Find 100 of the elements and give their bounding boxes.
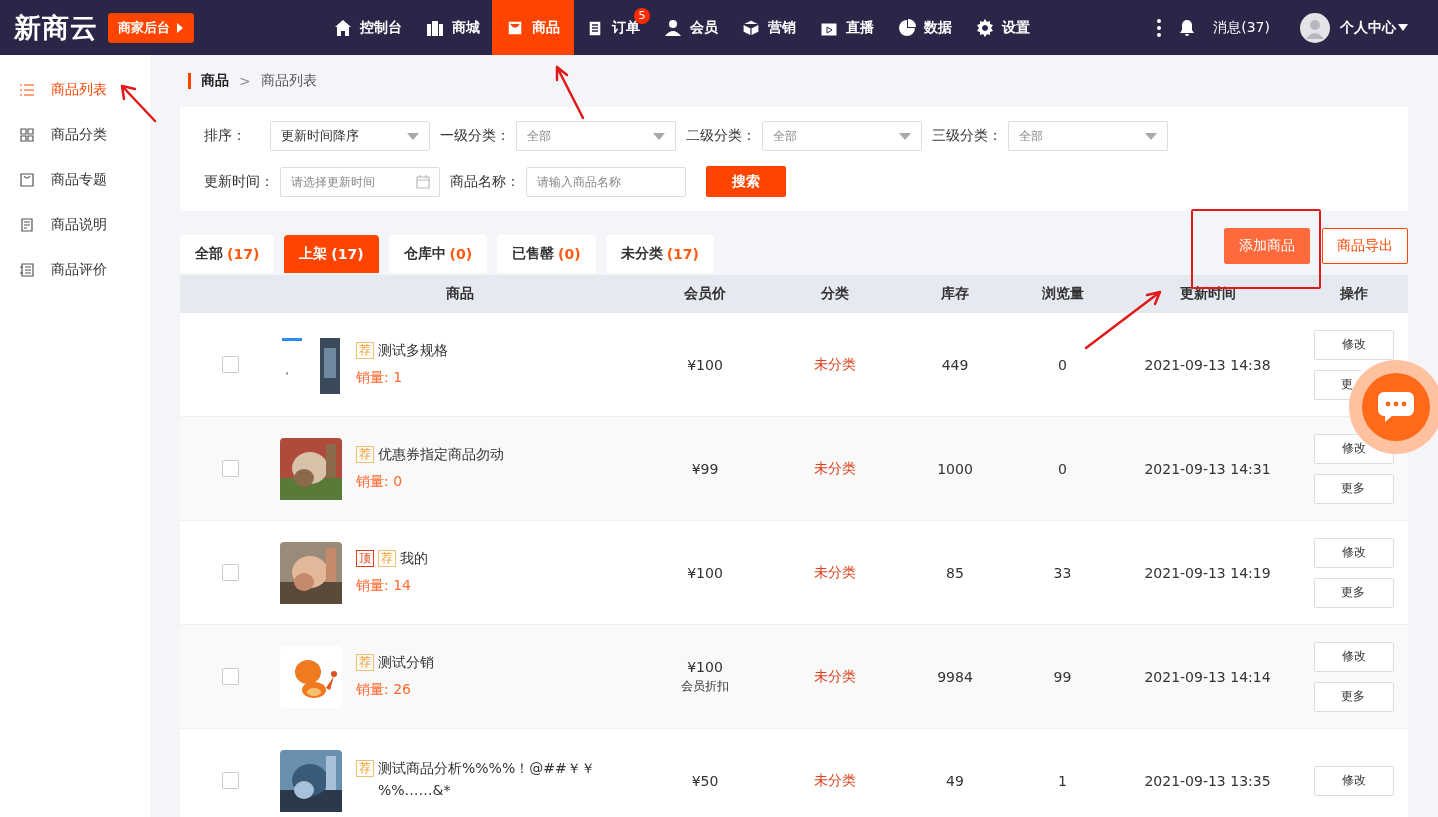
more-button[interactable]: 更 bbox=[1314, 369, 1362, 400]
status-tab[interactable]: 全部 (17) bbox=[180, 235, 275, 273]
bell-icon[interactable] bbox=[1179, 18, 1196, 37]
caret-icon bbox=[176, 22, 184, 33]
more-button[interactable]: 更多 bbox=[1314, 473, 1394, 504]
sidebar-item[interactable]: 商品说明 bbox=[0, 202, 150, 247]
product-tag: 荐 bbox=[356, 654, 374, 671]
row-checkbox[interactable] bbox=[221, 564, 239, 581]
edit-button[interactable]: 修改 bbox=[1314, 641, 1394, 672]
row-checkbox[interactable] bbox=[221, 772, 239, 789]
edit-button[interactable]: 修改 bbox=[1314, 537, 1394, 568]
status-tab[interactable]: 未分类 (17) bbox=[605, 235, 714, 273]
status-tab[interactable]: 已售罄 (0) bbox=[497, 235, 596, 273]
stock-count: 1000 bbox=[937, 460, 973, 477]
price-note: 会员折扣 bbox=[681, 677, 729, 695]
product-tag: 荐 bbox=[378, 550, 396, 567]
update-time: 2021-09-13 14:31 bbox=[1144, 460, 1271, 477]
messages-link[interactable]: 消息(37) bbox=[1213, 18, 1270, 37]
member-price: ¥99 bbox=[691, 460, 719, 477]
product-name: 优惠券指定商品勿动 bbox=[378, 445, 505, 464]
filter-label: 商品名称： bbox=[450, 172, 520, 191]
update-time: 2021-09-13 14:14 bbox=[1144, 668, 1271, 685]
sidebar-item[interactable]: 商品分类 bbox=[0, 112, 150, 157]
category-text: 未分类 bbox=[814, 563, 856, 580]
caret-icon bbox=[1398, 24, 1408, 31]
stock-count: 449 bbox=[941, 356, 969, 373]
member-price: ¥100 bbox=[687, 356, 723, 373]
nav-item[interactable]: 直播 bbox=[808, 0, 886, 55]
member-price: ¥50 bbox=[691, 772, 719, 789]
stock-count: 85 bbox=[946, 564, 964, 581]
dropdown-caret-icon bbox=[407, 132, 419, 140]
category-text: 未分类 bbox=[814, 459, 856, 476]
view-count: 0 bbox=[1058, 356, 1067, 373]
export-button[interactable]: 商品导出 bbox=[1322, 228, 1408, 264]
product-tag: 荐 bbox=[356, 342, 374, 359]
dropdown-caret-icon bbox=[653, 132, 665, 140]
select-field[interactable]: 全部 bbox=[1008, 121, 1168, 151]
product-name: 测试分销 bbox=[378, 653, 435, 672]
date-field[interactable]: 请选择更新时间 bbox=[280, 166, 440, 197]
nav-item[interactable]: 设置 bbox=[964, 0, 1042, 55]
avatar[interactable] bbox=[1300, 12, 1330, 43]
sidebar-item[interactable]: 商品评价 bbox=[0, 247, 150, 292]
member-price: ¥100 bbox=[687, 564, 723, 581]
update-time: 2021-09-13 14:38 bbox=[1144, 356, 1271, 373]
sidebar-item[interactable]: 商品专题 bbox=[0, 157, 150, 202]
menu-item-icon bbox=[20, 262, 34, 277]
logo: 新商云 bbox=[14, 10, 98, 45]
view-count: 33 bbox=[1053, 564, 1072, 581]
column-header: 商品 bbox=[445, 285, 475, 303]
column-header: 分类 bbox=[820, 285, 850, 303]
category-text: 未分类 bbox=[814, 667, 856, 684]
column-header: 浏览量 bbox=[1040, 285, 1085, 303]
stock-count: 49 bbox=[946, 772, 964, 789]
column-header: 操作 bbox=[1339, 285, 1369, 303]
filter-label: 更新时间： bbox=[204, 172, 274, 191]
sales-count: 销量: 1 bbox=[356, 369, 404, 387]
more-button[interactable]: 更多 bbox=[1314, 681, 1394, 712]
select-field[interactable]: 更新时间降序 bbox=[270, 121, 430, 151]
text-field[interactable]: 请输入商品名称 bbox=[526, 166, 686, 197]
filter-label: 三级分类： bbox=[932, 127, 1002, 145]
nav-item[interactable]: 营销 bbox=[730, 0, 808, 55]
product-tag: 荐 bbox=[356, 760, 374, 777]
breadcrumb-current: 商品列表 bbox=[260, 72, 317, 90]
member-price: ¥100 bbox=[687, 658, 723, 675]
status-tab[interactable]: 仓库中 (0) bbox=[388, 235, 488, 273]
menu-item-icon bbox=[20, 82, 34, 97]
column-header: 库存 bbox=[940, 285, 970, 303]
edit-button[interactable]: 修改 bbox=[1314, 329, 1394, 360]
nav-icon bbox=[976, 18, 994, 37]
user-menu[interactable]: 个人中心 bbox=[1340, 18, 1408, 37]
select-field[interactable]: 全部 bbox=[762, 121, 922, 151]
menu-item-icon bbox=[20, 172, 34, 187]
sales-count: 销量: 26 bbox=[356, 681, 412, 699]
product-name: 我的 bbox=[400, 549, 429, 568]
view-count: 1 bbox=[1058, 772, 1067, 789]
breadcrumb-separator: > bbox=[239, 73, 251, 89]
category-text: 未分类 bbox=[814, 355, 856, 372]
select-field[interactable]: 全部 bbox=[516, 121, 676, 151]
nav-icon bbox=[586, 18, 604, 37]
product-tag: 顶 bbox=[356, 550, 374, 567]
row-checkbox[interactable] bbox=[221, 460, 239, 477]
nav-item[interactable]: 会员 bbox=[652, 0, 730, 55]
edit-button[interactable]: 修改 bbox=[1314, 765, 1394, 796]
more-button[interactable]: 更多 bbox=[1314, 577, 1394, 608]
nav-item[interactable]: 商城 bbox=[414, 0, 492, 55]
column-header: 会员价 bbox=[683, 285, 727, 303]
row-checkbox[interactable] bbox=[221, 356, 239, 373]
sidebar-item[interactable]: 商品列表 bbox=[0, 67, 150, 112]
annotation-arrow bbox=[555, 65, 585, 120]
nav-icon bbox=[506, 18, 524, 37]
nav-item[interactable]: 数据 bbox=[886, 0, 964, 55]
filter-label: 排序： bbox=[204, 127, 247, 145]
nav-icon bbox=[742, 18, 760, 37]
row-checkbox[interactable] bbox=[221, 668, 239, 685]
view-count: 0 bbox=[1058, 460, 1067, 477]
category-text: 未分类 bbox=[814, 771, 856, 788]
more-icon[interactable] bbox=[1157, 18, 1162, 37]
nav-item[interactable]: 控制台 bbox=[322, 0, 414, 55]
breadcrumb-link[interactable]: 商品 bbox=[201, 72, 229, 90]
calendar-icon bbox=[416, 174, 430, 189]
